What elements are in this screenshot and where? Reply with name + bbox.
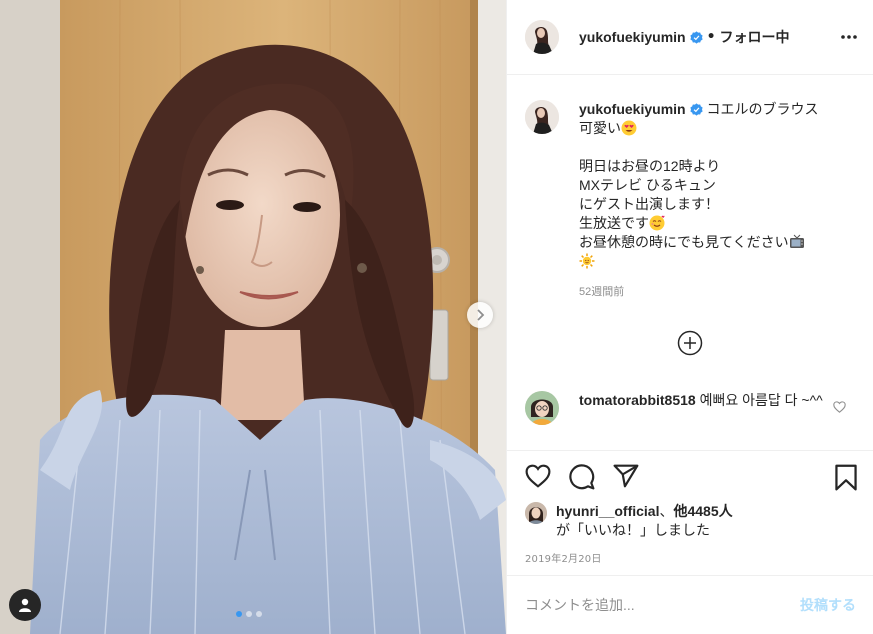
avatar-image [525, 100, 559, 134]
avatar-image [525, 502, 547, 524]
comment-body: tomatorabbit8518 예뻐요 아름답 다 ~^^ [579, 391, 834, 425]
chevron-right-icon [477, 309, 485, 321]
caption-text: MXテレビ ひるキュン [579, 177, 716, 193]
caption-line [579, 252, 859, 271]
more-options-icon[interactable] [840, 28, 858, 46]
share-paper-plane-icon[interactable] [613, 464, 639, 488]
photo-image [0, 0, 506, 634]
television-emoji-icon [789, 234, 804, 248]
carousel-dots [236, 611, 262, 617]
comment-input[interactable] [525, 597, 800, 613]
post-header: yukofuekiyumin • フォロー中 [507, 0, 873, 75]
carousel-dot [246, 611, 252, 617]
comment-line: tomatorabbit8518 예뻐요 아름답 [579, 392, 781, 408]
carousel-dot [236, 611, 242, 617]
smiling-hearts-emoji-icon [649, 215, 665, 231]
comment-bubble-icon[interactable] [569, 464, 595, 490]
user-tag-icon [19, 598, 31, 612]
caption-line: 可愛い [579, 119, 859, 138]
likes-suffix-text: が「いいね！」しました [556, 522, 710, 538]
liker-username[interactable]: hyunri__official [556, 503, 659, 519]
avatar-image [525, 20, 559, 54]
heart-eyes-emoji-icon [621, 120, 637, 136]
avatar[interactable] [525, 100, 559, 134]
carousel-dot [256, 611, 262, 617]
next-photo-button[interactable] [467, 302, 493, 328]
caption-line: お昼休憩の時にでも見てください [579, 233, 859, 252]
verified-badge-icon [690, 103, 703, 116]
caption-text: にゲスト出演します！ [579, 196, 719, 212]
avatar-image [525, 391, 559, 425]
header-separator: • [706, 29, 716, 45]
comment-text: 다 ~^^ [784, 392, 823, 408]
following-button[interactable]: フォロー中 [720, 27, 790, 47]
comment-username[interactable]: tomatorabbit8518 [579, 392, 696, 408]
add-comment-bar: 投稿する [507, 575, 873, 634]
caption-text: 可愛い [579, 120, 621, 136]
save-bookmark-icon[interactable] [834, 464, 858, 491]
likes-separator: 、 [659, 503, 674, 519]
caption-text: 明日はお昼の12時より [579, 158, 721, 174]
caption-line: 生放送です [579, 214, 859, 233]
like-heart-icon[interactable] [525, 464, 551, 488]
verified-badge-icon [690, 30, 703, 44]
caption-text: コエルのブラウス [706, 101, 819, 117]
caption: yukofuekiyumin コエルのブラウス 可愛い 明日はお昼の12時より … [525, 100, 860, 302]
caption-text: お昼休憩の時にでも見てください [579, 234, 789, 250]
caption-line: yukofuekiyumin コエルのブラウス [579, 100, 859, 119]
caption-username[interactable]: yukofuekiyumin [579, 101, 686, 117]
avatar[interactable] [525, 502, 547, 524]
avatar[interactable] [525, 391, 559, 425]
caption-blank [579, 138, 859, 157]
post-timestamp[interactable]: 52週間前 [579, 283, 859, 302]
sun-emoji-icon [579, 253, 595, 269]
comment-item: tomatorabbit8518 예뻐요 아름답 다 ~^^ [525, 391, 860, 425]
likes-summary: hyunri__official、他4485人 が「いいね！」しました [525, 502, 733, 540]
caption-text: 生放送です [579, 215, 649, 231]
caption-body: yukofuekiyumin コエルのブラウス 可愛い 明日はお昼の12時より … [579, 100, 859, 302]
likes-line: hyunri__official、他4485人 [556, 503, 733, 519]
comment-like-heart-icon[interactable] [833, 401, 846, 413]
load-more-comments-icon[interactable] [677, 330, 703, 356]
post-photo[interactable] [0, 0, 506, 634]
avatar[interactable] [525, 20, 559, 54]
post-detail-panel: yukofuekiyumin • フォロー中 yukofuekiyumin コエ… [506, 0, 873, 634]
post-comment-button[interactable]: 投稿する [800, 595, 856, 615]
likes-count[interactable]: 他4485人 [673, 503, 732, 519]
post-actions: hyunri__official、他4485人 が「いいね！」しました 2019… [507, 450, 873, 575]
user-tags-button[interactable] [9, 589, 41, 621]
likes-text: hyunri__official、他4485人 が「いいね！」しました [556, 502, 733, 540]
post-date[interactable]: 2019年2月20日 [525, 550, 602, 565]
comment-text: 예뻐요 아름답 [699, 392, 781, 408]
header-username[interactable]: yukofuekiyumin [579, 29, 686, 45]
